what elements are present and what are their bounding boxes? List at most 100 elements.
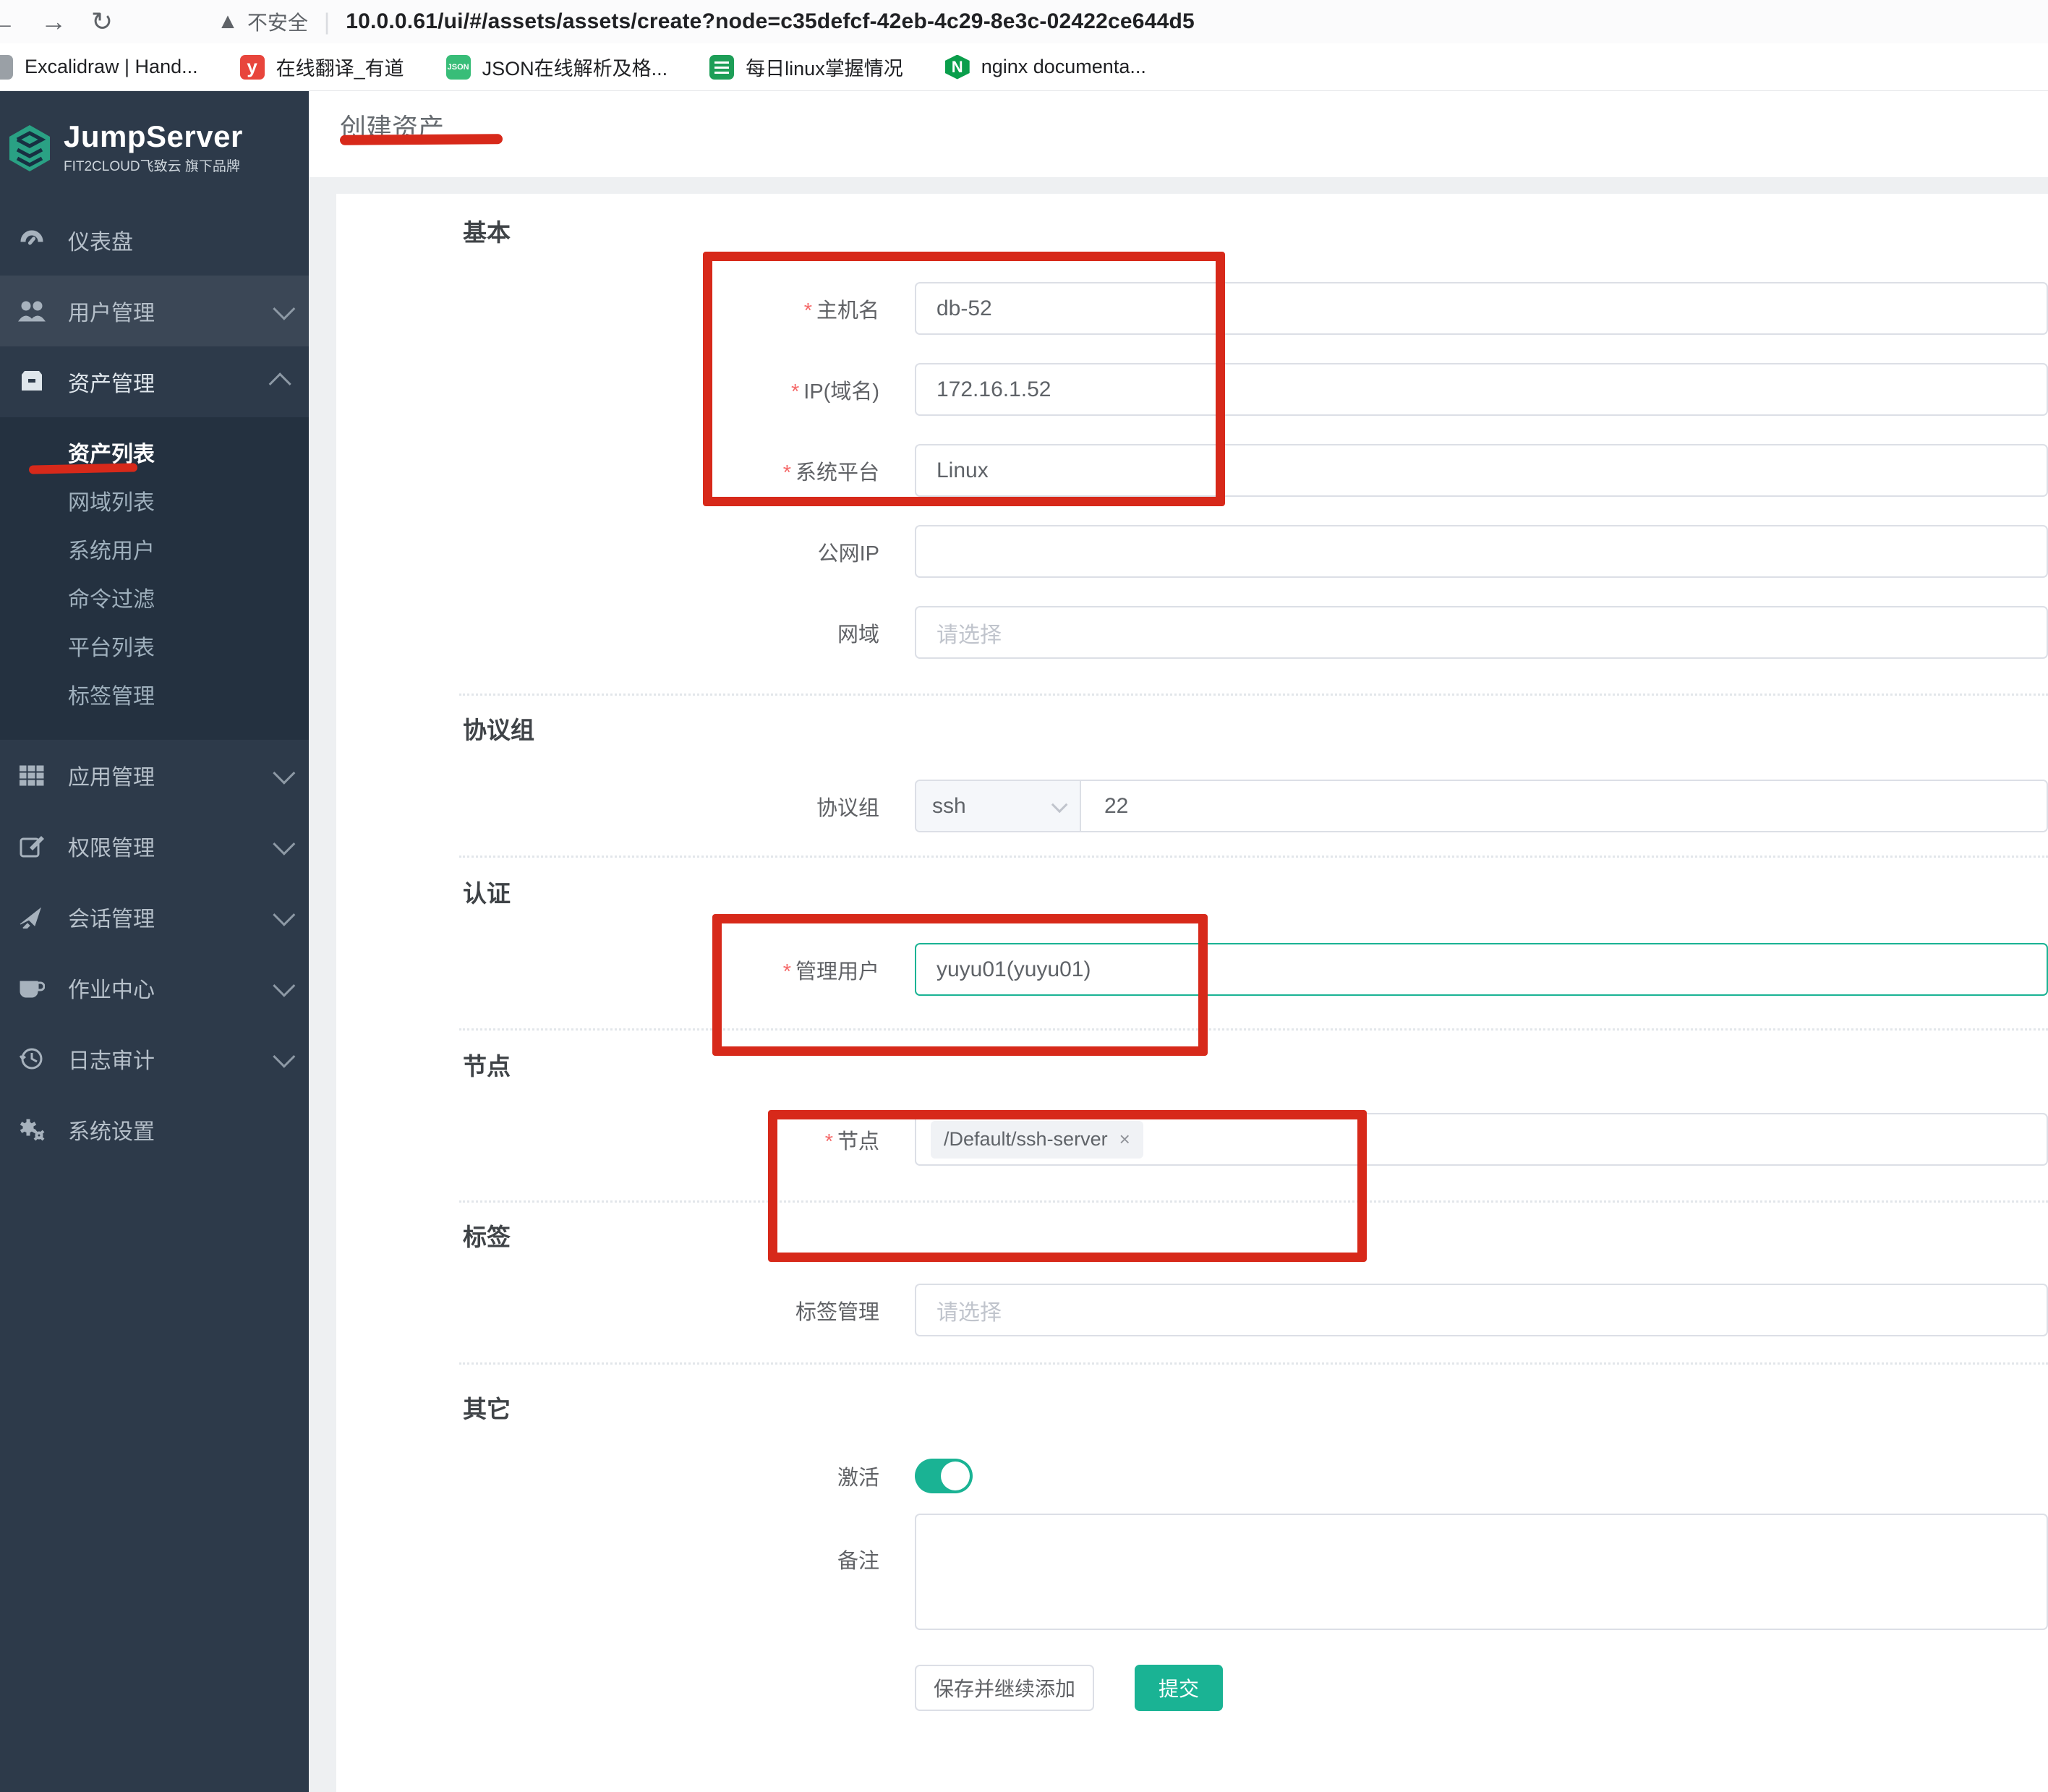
section-label: 标签 [463, 1223, 2048, 1252]
reload-icon[interactable]: ↻ [91, 9, 113, 35]
field-row-active: 激活 [336, 1459, 2048, 1493]
submit-button[interactable]: 提交 [1135, 1665, 1223, 1711]
section-other: 其它 [463, 1395, 2048, 1424]
ip-input[interactable]: 172.16.1.52 [915, 363, 2048, 416]
jumpserver-logo-icon [7, 124, 52, 173]
section-auth: 认证 [463, 879, 2048, 908]
divider [459, 1028, 2048, 1031]
section-basic: 基本 [463, 218, 2048, 247]
field-row-admin-user: *管理用户 yuyu01(yuyu01) [336, 943, 2048, 996]
create-asset-form: 基本 *主机名 db-52 *IP(域名) 172.16.1.52 *系统平台 … [336, 194, 2048, 1792]
bookmark-json[interactable]: JSON JSON在线解析及格... [446, 53, 668, 81]
divider [459, 1362, 2048, 1365]
grid-icon [16, 761, 48, 790]
node-label: *节点 [336, 1125, 915, 1155]
comment-label: 备注 [336, 1514, 915, 1574]
youdao-icon: y [240, 55, 265, 80]
sidebar-item-log-audit[interactable]: 日志审计 [0, 1023, 309, 1094]
platform-label: *系统平台 [336, 456, 915, 486]
edit-pen-icon [16, 832, 48, 861]
domain-label: 网域 [336, 618, 915, 648]
nginx-icon: N [945, 55, 970, 80]
admin-user-select[interactable]: yuyu01(yuyu01) [915, 943, 2048, 996]
security-warning-icon[interactable]: ▲ [217, 9, 239, 34]
chevron-down-icon [273, 762, 295, 785]
sidebar-item-sessions[interactable]: 会话管理 [0, 882, 309, 952]
forward-icon[interactable]: → [40, 9, 67, 35]
hostname-input[interactable]: db-52 [915, 282, 2048, 335]
sidebar-item-applications[interactable]: 应用管理 [0, 740, 309, 811]
sidebar-item-assets[interactable]: 资产管理 [0, 346, 309, 417]
section-node: 节点 [463, 1052, 2048, 1081]
sidebar-item-dashboard[interactable]: 仪表盘 [0, 205, 309, 276]
field-row-node: *节点 /Default/ssh-server × [336, 1113, 2048, 1166]
gauge-icon [16, 226, 48, 255]
form-actions: 保存并继续添加 提交 [915, 1665, 2048, 1711]
main-body: 基本 *主机名 db-52 *IP(域名) 172.16.1.52 *系统平台 … [309, 177, 2048, 1792]
protocol-select[interactable]: ssh [916, 781, 1081, 831]
bookmark-nginx[interactable]: N nginx documenta... [945, 55, 1146, 80]
remove-tag-icon[interactable]: × [1119, 1128, 1130, 1151]
sidebar-item-label-management[interactable]: 标签管理 [0, 670, 309, 718]
sidebar-item-system-settings[interactable]: 系统设置 [0, 1094, 309, 1165]
page-title: 创建资产 [340, 107, 444, 145]
sidebar-item-job-center[interactable]: 作业中心 [0, 952, 309, 1023]
back-icon[interactable]: ← [0, 9, 16, 35]
rocket-icon [16, 903, 48, 931]
comment-textarea[interactable] [915, 1514, 2048, 1630]
node-multiselect[interactable]: /Default/ssh-server × [915, 1113, 2048, 1166]
excalidraw-icon [0, 55, 13, 80]
protocol-port-input[interactable]: 22 [1081, 781, 2047, 831]
bookmark-youdao[interactable]: y 在线翻译_有道 [240, 53, 404, 81]
field-row-labels: 标签管理 请选择 [336, 1284, 2048, 1336]
domain-select[interactable]: 请选择 [915, 606, 2048, 659]
history-clock-icon [16, 1044, 48, 1073]
active-label: 激活 [336, 1461, 915, 1491]
field-row-comment: 备注 [336, 1514, 2048, 1630]
sidebar-item-system-users[interactable]: 系统用户 [0, 524, 309, 573]
toggle-knob [941, 1462, 970, 1490]
field-row-protocols: 协议组 ssh 22 [336, 780, 2048, 832]
page-header: 创建资产 [309, 91, 2048, 177]
divider [459, 1200, 2048, 1203]
screen: ← → ↻ ▲ 不安全 | 10.0.0.61/ui/#/assets/asse… [0, 0, 2048, 1792]
chevron-down-icon [1051, 796, 1068, 813]
protocols-label: 协议组 [336, 791, 915, 822]
asset-box-icon [16, 367, 48, 396]
public-ip-label: 公网IP [336, 537, 915, 567]
hostname-label: *主机名 [336, 294, 915, 324]
sidebar-item-asset-list[interactable]: 资产列表 [0, 427, 309, 476]
public-ip-input[interactable] [915, 525, 2048, 578]
save-and-continue-button[interactable]: 保存并继续添加 [915, 1665, 1094, 1711]
protocol-group: ssh 22 [915, 780, 2048, 832]
url-text[interactable]: 10.0.0.61/ui/#/assets/assets/create?node… [346, 9, 1195, 34]
coffee-cup-icon [16, 973, 48, 1002]
sidebar-item-domain-list[interactable]: 网域列表 [0, 476, 309, 524]
labels-select[interactable]: 请选择 [915, 1284, 2048, 1336]
platform-select[interactable]: Linux [915, 444, 2048, 497]
users-icon [16, 296, 48, 325]
logo-subtitle: FIT2CLOUD飞致云 旗下品牌 [64, 155, 243, 175]
admin-user-label: *管理用户 [336, 955, 915, 985]
sidebar-item-permissions[interactable]: 权限管理 [0, 811, 309, 882]
logo-title: JumpServer [64, 121, 243, 153]
json-icon: JSON [446, 55, 471, 80]
field-row-ip: *IP(域名) 172.16.1.52 [336, 363, 2048, 416]
chevron-down-icon [273, 833, 295, 856]
gears-icon [16, 1115, 48, 1144]
chevron-down-icon [273, 975, 295, 997]
divider [459, 856, 2048, 858]
ip-label: *IP(域名) [336, 375, 915, 405]
bookmark-excalidraw[interactable]: Excalidraw | Hand... [0, 55, 198, 80]
logo[interactable]: JumpServer FIT2CLOUD飞致云 旗下品牌 [0, 91, 309, 205]
address-separator: | [324, 9, 330, 35]
security-warning-label: 不安全 [247, 7, 308, 36]
chevron-down-icon [273, 298, 295, 320]
sidebar-item-platform-list[interactable]: 平台列表 [0, 621, 309, 670]
field-row-hostname: *主机名 db-52 [336, 282, 2048, 335]
active-toggle[interactable] [915, 1459, 973, 1493]
sidebar-item-users[interactable]: 用户管理 [0, 276, 309, 346]
bookmark-linux-sheet[interactable]: 每日linux掌握情况 [709, 53, 903, 81]
field-row-platform: *系统平台 Linux [336, 444, 2048, 497]
sidebar-item-command-filter[interactable]: 命令过滤 [0, 573, 309, 621]
